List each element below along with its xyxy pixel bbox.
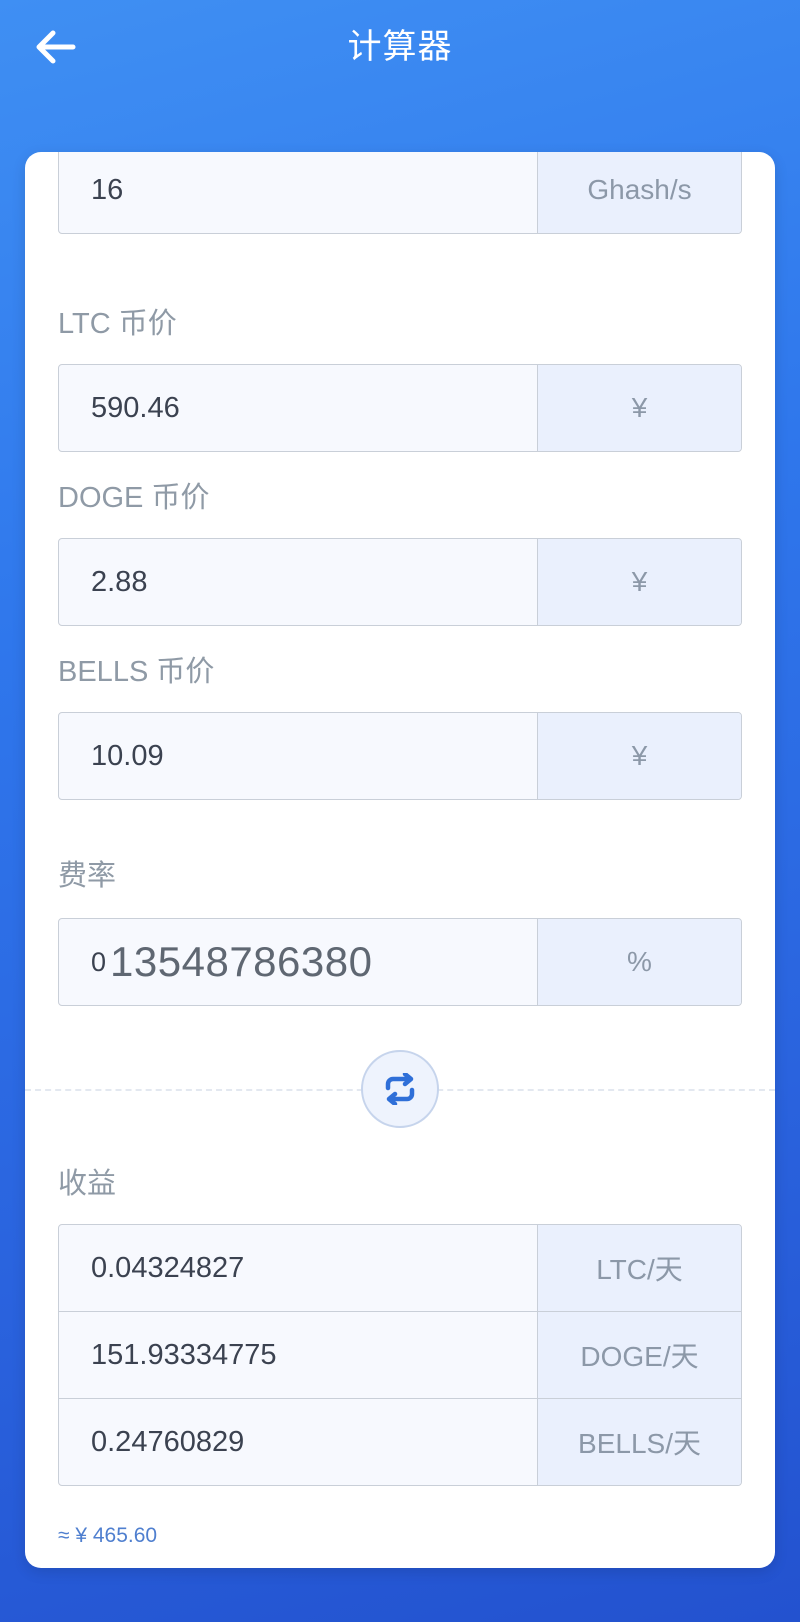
earnings-row-doge: 151.93334775 DOGE/天 [58,1311,742,1399]
page-title: 计算器 [347,28,453,66]
hashrate-input[interactable]: 16 [59,152,537,233]
ltc-price-field[interactable]: 590.46 ¥ [58,364,742,452]
earnings-ltc-value: 0.04324827 [91,1251,245,1284]
earnings-bells-unit: BELLS/天 [537,1399,741,1485]
calculator-card: 16 Ghash/s LTC 币价 590.46 ¥ DOGE 币价 2.88 … [25,152,775,1568]
hashrate-field[interactable]: 16 Ghash/s [58,152,742,234]
fee-input[interactable]: 0 13548786380 [59,919,537,1005]
fee-value-prefix: 0 [91,946,107,977]
refresh-swap-icon [385,1073,415,1105]
bells-price-unit: ¥ [537,713,741,799]
earnings-label: 收益 [58,1168,117,1200]
fee-label: 费率 [58,860,117,892]
earnings-doge-unit: DOGE/天 [537,1312,741,1398]
bells-price-input[interactable]: 10.09 [59,713,537,799]
earnings-total: ≈ ¥ 465.60 [58,1524,158,1547]
earnings-bells-value: 0.24760829 [91,1425,245,1458]
doge-price-field[interactable]: 2.88 ¥ [58,538,742,626]
ltc-price-unit: ¥ [537,365,741,451]
earnings-row-ltc: 0.04324827 LTC/天 [58,1224,742,1312]
fee-field[interactable]: 0 13548786380 % [58,918,742,1006]
swap-button[interactable] [361,1050,439,1128]
ltc-price-input[interactable]: 590.46 [59,365,537,451]
fee-unit: % [537,919,741,1005]
earnings-row-bells: 0.24760829 BELLS/天 [58,1398,742,1486]
hashrate-unit: Ghash/s [537,152,741,233]
earnings-ltc-unit: LTC/天 [537,1225,741,1311]
ltc-price-label: LTC 币价 [58,308,177,340]
bells-price-field[interactable]: 10.09 ¥ [58,712,742,800]
earnings-doge-value: 151.93334775 [91,1338,277,1371]
doge-price-input[interactable]: 2.88 [59,539,537,625]
top-bar: 计算器 [0,0,800,96]
doge-price-unit: ¥ [537,539,741,625]
fee-value-overlay: 13548786380 [110,938,373,985]
doge-price-label: DOGE 币价 [58,482,210,514]
bells-price-label: BELLS 币价 [58,656,215,688]
